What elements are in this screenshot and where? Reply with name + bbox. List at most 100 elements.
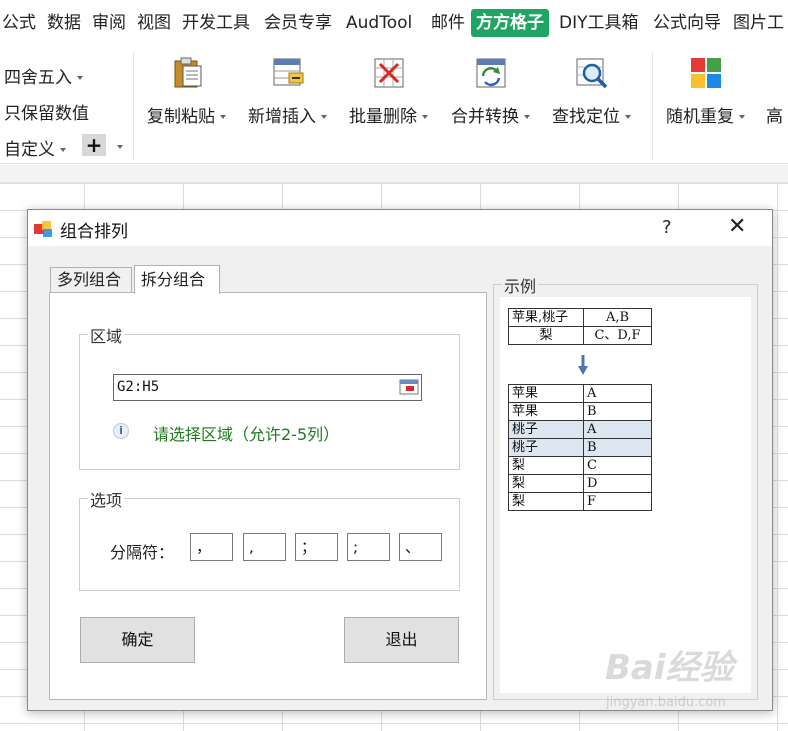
tab-developer[interactable]: 开发工具 [182,11,250,35]
separator-input-5[interactable]: 、 [399,533,442,561]
separator-input-3[interactable]: ； [295,533,338,561]
ribbon-divider [133,52,134,160]
table-row: 梨 C、D,F [508,326,652,345]
chevron-down-icon [422,115,428,119]
table-cell: 苹果,桃子 [508,308,584,327]
custom-button[interactable]: 自定义 [4,135,66,160]
table-cell: 梨 [508,456,584,475]
table-row: 桃子 A [508,420,652,439]
combine-arrange-dialog: 组合排列 ? ✕ 多列组合 拆分组合 区域 G2:H5 i 请选择区域（允许2-… [27,209,773,711]
table-cell: 桃子 [508,420,584,439]
insert-button[interactable]: 新增插入 [248,56,327,127]
tab-formula-wizard[interactable]: 公式向导 [653,11,721,35]
table-cell: 苹果 [508,402,584,421]
example-canvas: 苹果,桃子 A,B 梨 C、D,F 苹果 A 苹果 B 桃子 A 桃子 B 梨C 梨D … [500,297,751,693]
example-result-table: 苹果 A 苹果 B 桃子 A 桃子 B 梨C 梨D 梨F [508,384,652,511]
random-repeat-button[interactable]: 随机重复 [666,56,745,127]
formula-bar-area [0,165,788,183]
batch-delete-label: 批量删除 [349,107,417,127]
chevron-down-icon[interactable] [117,145,123,149]
chevron-down-icon [321,115,327,119]
range-group: 区域 G2:H5 i 请选择区域（允许2-5列） [79,323,460,470]
tab-diy-toolbox[interactable]: DIY工具箱 [559,11,639,35]
random-repeat-label: 随机重复 [666,107,734,127]
color-grid-icon [689,56,723,90]
ribbon: 四舍五入 只保留数值 自定义 + 复制粘贴 新增插入 批量删除 合并转换 查找定… [0,46,788,164]
insert-row-icon [271,56,305,90]
dialog-title: 组合排列 [60,222,128,242]
tab-data[interactable]: 数据 [47,11,81,35]
options-group: 选项 分隔符： ， , ； ; 、 [79,487,460,591]
table-row: 苹果,桃子 A,B [508,308,652,327]
ok-button[interactable]: 确定 [80,617,195,663]
advanced-button[interactable]: 高 [766,102,783,127]
add-plus-button[interactable]: + [82,134,106,156]
chevron-down-icon [77,76,83,80]
find-locate-button[interactable]: 查找定位 [552,56,631,127]
tab-view[interactable]: 视图 [137,11,171,35]
range-select-icon[interactable] [399,378,419,396]
close-button[interactable]: ✕ [728,214,746,239]
table-cell: C [583,456,652,475]
tab-formulas[interactable]: 公式 [2,11,36,35]
chevron-down-icon [739,115,745,119]
dialog-titlebar[interactable]: 组合排列 ? ✕ [28,210,772,246]
table-cell: A,B [583,308,652,327]
tab-review[interactable]: 审阅 [92,11,126,35]
help-button[interactable]: ? [662,217,672,238]
advanced-label: 高 [766,107,783,127]
find-locate-label: 查找定位 [552,107,620,127]
table-cell: 梨 [508,326,584,345]
range-group-title: 区域 [88,323,125,347]
copy-paste-button[interactable]: 复制粘贴 [147,56,226,127]
table-cell: D [583,474,652,493]
round-label: 四舍五入 [4,68,72,88]
split-combine-panel: 区域 G2:H5 i 请选择区域（允许2-5列） 选项 分隔符： ， , ； ;… [49,292,487,700]
keep-values-button[interactable]: 只保留数值 [4,99,89,124]
chevron-down-icon [524,115,530,119]
arrow-down-icon [578,355,588,375]
example-source-table: 苹果,桃子 A,B 梨 C、D,F [508,308,652,345]
delete-grid-icon [372,56,406,90]
chevron-down-icon [220,115,226,119]
tab-member[interactable]: 会员专享 [264,11,332,35]
ribbon-divider [652,52,653,160]
table-row: 梨D [508,474,652,493]
chevron-down-icon [60,148,66,152]
clipboard-icon [170,56,204,90]
magnifier-icon [575,56,609,90]
app-logo-icon [34,220,54,238]
merge-convert-button[interactable]: 合并转换 [451,56,530,127]
table-cell: A [583,420,652,439]
table-cell: 梨 [508,474,584,493]
custom-label: 自定义 [4,140,55,160]
table-row: 苹果 A [508,384,652,403]
tab-audtool[interactable]: AudTool [346,11,412,35]
chevron-down-icon [625,115,631,119]
range-hint: 请选择区域（允许2-5列） [153,425,340,444]
tab-image-tools[interactable]: 图片工 [733,11,784,35]
range-input[interactable]: G2:H5 [113,374,422,401]
separator-input-2[interactable]: , [243,533,286,561]
options-group-title: 选项 [88,487,125,511]
separator-label: 分隔符： [110,543,175,562]
batch-delete-button[interactable]: 批量删除 [349,56,428,127]
baidu-watermark-url: jingyan.baidu.com [606,695,726,710]
table-row: 苹果 B [508,402,652,421]
range-value: G2:H5 [117,379,160,395]
table-row: 梨C [508,456,652,475]
merge-convert-label: 合并转换 [451,107,519,127]
separator-input-4[interactable]: ; [347,533,390,561]
tab-fangfanggezi[interactable]: 方方格子 [471,9,549,37]
round-button[interactable]: 四舍五入 [4,63,83,88]
tab-mail[interactable]: 邮件 [431,11,465,35]
exit-button[interactable]: 退出 [344,617,459,663]
separator-input-1[interactable]: ， [190,533,233,561]
tab-split-combine[interactable]: 拆分组合 [134,265,220,294]
table-cell: A [583,384,652,403]
tab-multi-column[interactable]: 多列组合 [50,267,132,293]
example-group-title: 示例 [502,273,539,297]
table-cell: 梨 [508,492,584,511]
merge-convert-icon [474,56,508,90]
table-cell: B [583,402,652,421]
